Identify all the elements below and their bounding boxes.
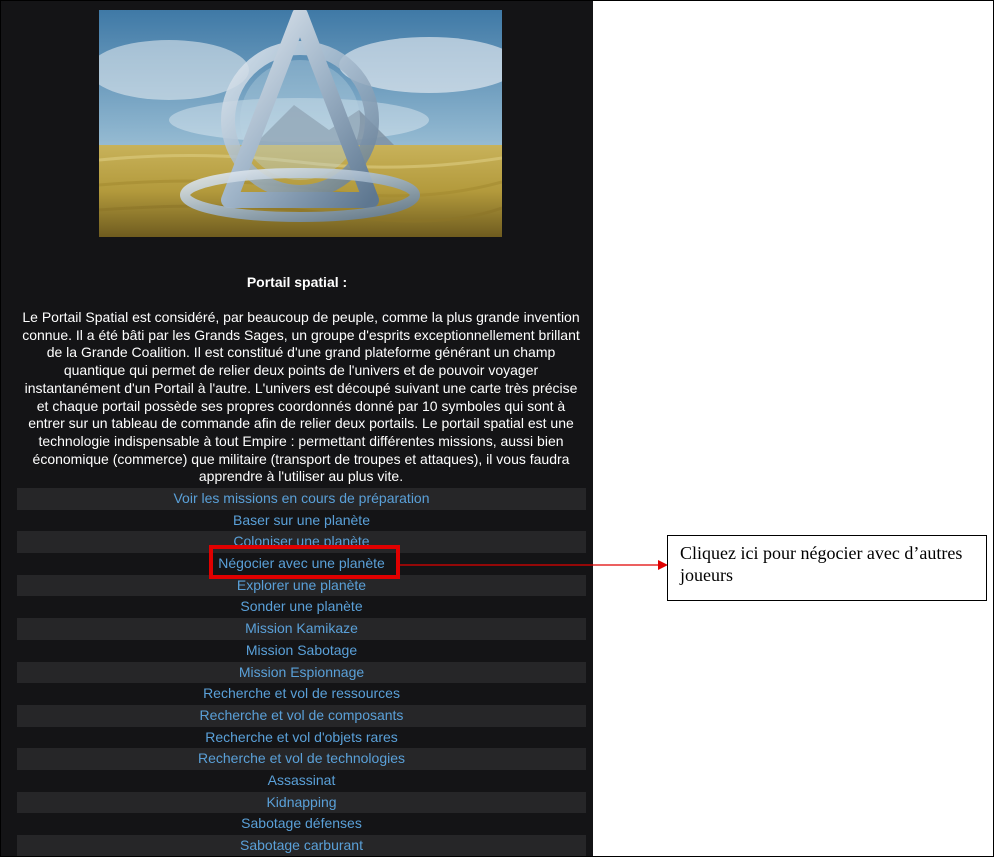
highlight-box <box>209 545 400 579</box>
portal-title: Portail spatial : <box>246 274 348 290</box>
mission-link[interactable]: Recherche et vol de technologies <box>17 748 586 770</box>
mission-link[interactable]: Sonder une planète <box>17 596 586 619</box>
mission-link[interactable]: Mission Sabotage <box>17 639 586 662</box>
mission-link[interactable]: Recherche et vol d'objets rares <box>17 726 586 749</box>
mission-list: Voir les missions en cours de préparatio… <box>17 488 586 856</box>
portal-illustration <box>99 10 502 237</box>
mission-link[interactable]: Voir les missions en cours de préparatio… <box>17 488 586 510</box>
mission-link[interactable]: Sabotage défenses <box>17 813 586 835</box>
mission-link[interactable]: Recherche et vol de composants <box>17 704 586 727</box>
mission-link[interactable]: Assassinat <box>17 769 586 792</box>
callout-arrow <box>400 560 668 570</box>
mission-link[interactable]: Mission Kamikaze <box>17 618 586 640</box>
mission-link[interactable]: Sabotage carburant <box>17 835 586 856</box>
mission-link[interactable]: Baser sur une planète <box>17 509 586 532</box>
mission-link[interactable]: Kidnapping <box>17 791 586 814</box>
mission-link[interactable]: Mission Espionnage <box>17 661 586 684</box>
callout-box: Cliquez ici pour négocier avec d’autres … <box>667 535 987 601</box>
game-panel: Portail spatial : Le Portail Spatial est… <box>1 1 593 856</box>
portal-description: Le Portail Spatial est considéré, par be… <box>22 309 580 485</box>
mission-link[interactable]: Recherche et vol de ressources <box>17 683 586 705</box>
